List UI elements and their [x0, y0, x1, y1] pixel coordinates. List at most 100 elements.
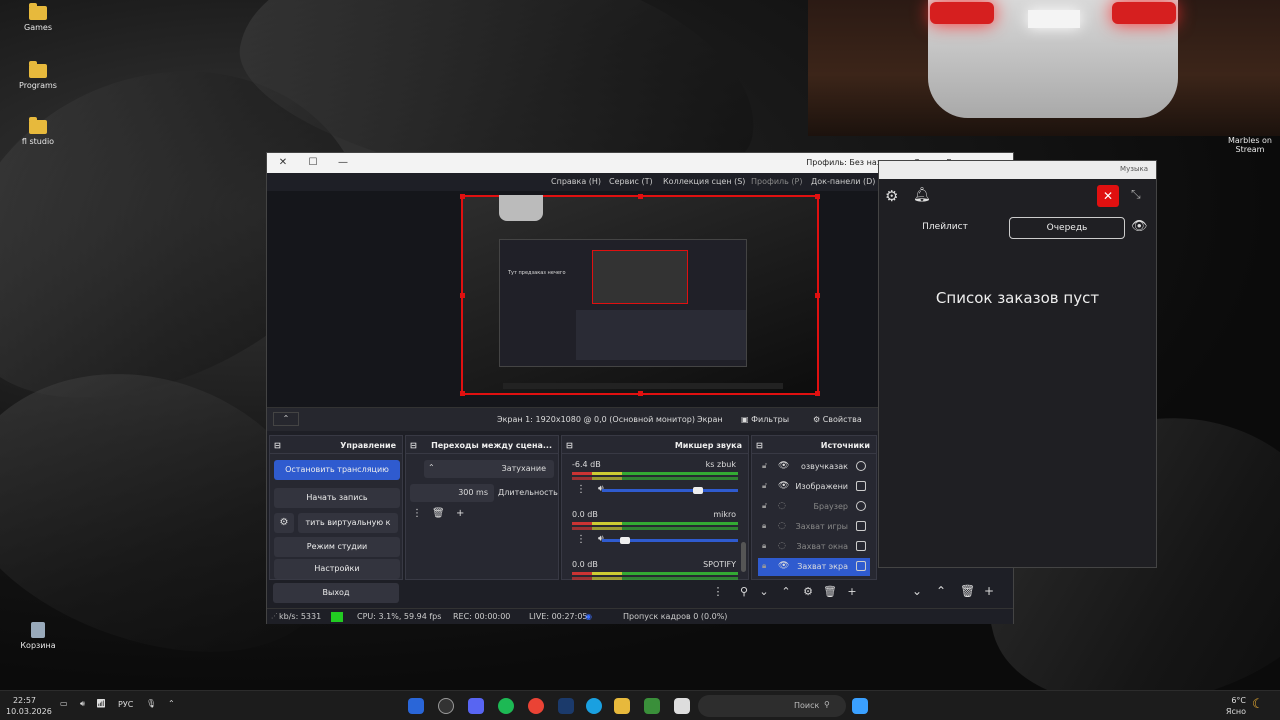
steam-icon[interactable] — [558, 698, 574, 714]
task-view-icon[interactable] — [674, 698, 690, 714]
menu-profile[interactable]: Профиль (P) — [751, 177, 802, 186]
undock-icon[interactable]: ⊟ — [756, 441, 763, 450]
desktop-icon-recycle-bin[interactable]: Корзина — [6, 622, 70, 650]
resize-handle[interactable] — [460, 194, 465, 199]
source-item[interactable]: 🔒︎ ◌ Захват окна — [758, 538, 870, 556]
bell-icon[interactable]: 🔔︎ — [913, 187, 931, 203]
unlock-icon[interactable]: 🔓︎ — [762, 461, 767, 471]
tab-queue[interactable]: Очередь — [1009, 217, 1125, 239]
chevron-icon[interactable]: ⌃ — [273, 412, 299, 426]
gear-icon[interactable]: ⚙ — [797, 585, 819, 598]
lock-icon[interactable]: 🔒︎ — [762, 521, 766, 531]
source-item[interactable]: 🔒︎ ◌ Захват игры — [758, 518, 870, 536]
battery-icon[interactable]: ▭ — [60, 699, 68, 708]
chevron-up-icon[interactable]: ⌃ — [168, 699, 175, 708]
studio-mode-button[interactable]: Режим студии — [274, 537, 400, 557]
eye-icon[interactable]: 👁︎ — [778, 461, 789, 471]
eye-hidden-icon[interactable]: ◌ — [778, 541, 786, 551]
chevron-up-icon[interactable]: ⌃ — [936, 584, 960, 598]
chevron-up-icon[interactable]: ⌃ — [775, 585, 797, 598]
source-item[interactable]: 🔓︎ ◌ Браузер — [758, 498, 870, 516]
duration-input[interactable]: 300 ms — [410, 484, 494, 502]
gear-icon[interactable]: ⚙ — [274, 513, 294, 533]
media-icon[interactable] — [586, 698, 602, 714]
source-item[interactable]: 🔓︎ 👁︎ озвучказак — [758, 458, 870, 476]
minimize-icon[interactable]: — — [333, 155, 353, 171]
menu-tools[interactable]: Сервис (T) — [609, 177, 653, 186]
app-icon[interactable] — [644, 698, 660, 714]
undock-icon[interactable]: ⊟ — [566, 441, 573, 450]
wifi-icon[interactable]: 📶︎ — [96, 699, 106, 708]
eye-icon[interactable]: 👁︎ — [778, 481, 789, 491]
disconnect-icon[interactable]: ✕ — [1097, 185, 1119, 207]
desktop-icon-games[interactable]: Games — [6, 3, 70, 32]
trash-icon[interactable]: 🗑 — [432, 508, 456, 519]
source-item-selected[interactable]: 🔒︎ 👁︎ Захват экра — [758, 558, 870, 576]
obs-preview[interactable]: Тут предзаказ нечего — [267, 191, 879, 407]
unlock-icon[interactable]: 🔓︎ — [762, 481, 767, 491]
menu-docks[interactable]: Док-панели (D) — [811, 177, 875, 186]
more-icon[interactable]: ⋮ — [412, 508, 432, 519]
microphone-icon[interactable]: 🎙︎ — [146, 699, 156, 708]
unlock-icon[interactable]: 🔓︎ — [762, 501, 767, 511]
search-box[interactable]: Поиск ⚲ — [698, 695, 846, 717]
file-explorer-icon[interactable] — [614, 698, 630, 714]
plus-icon[interactable]: + — [456, 508, 476, 519]
eye-icon[interactable]: 👁︎ — [1131, 219, 1148, 234]
chrome-icon[interactable] — [408, 698, 424, 714]
settings-button[interactable]: Настройки — [274, 559, 400, 579]
chevron-down-icon[interactable]: ⌄ — [912, 584, 936, 598]
lock-icon[interactable]: 🔒︎ — [762, 541, 766, 551]
exit-button[interactable]: Выход — [273, 583, 399, 603]
start-icon[interactable] — [852, 698, 868, 714]
collapse-icon[interactable]: ⤡ — [1131, 187, 1141, 202]
resize-handle[interactable] — [638, 194, 643, 199]
undock-icon[interactable]: ⊟ — [274, 441, 281, 450]
desktop-icon-programs[interactable]: Programs — [6, 61, 70, 90]
close-icon[interactable]: ✕ — [273, 155, 293, 171]
virtual-camera-button[interactable]: тить виртуальную к — [298, 513, 398, 533]
gear-icon[interactable]: ⚙ — [885, 187, 898, 205]
start-recording-button[interactable]: Начать запись — [274, 488, 400, 508]
chevron-down-icon[interactable]: ⌄ — [753, 585, 775, 598]
resize-handle[interactable] — [815, 391, 820, 396]
obs-icon[interactable] — [438, 698, 454, 714]
lock-icon[interactable]: 🔒︎ — [762, 561, 766, 571]
resize-grip-icon[interactable]: ⋰ — [271, 612, 278, 620]
desktop-icon-flstudio[interactable]: fl studio — [6, 117, 70, 146]
preview-frame[interactable]: Тут предзаказ нечего — [460, 194, 820, 396]
menu-help[interactable]: Справка (H) — [551, 177, 601, 186]
source-item[interactable]: 🔓︎ 👁︎ Изображени — [758, 478, 870, 496]
eye-hidden-icon[interactable]: ◌ — [778, 521, 786, 531]
filters-button[interactable]: ▣ Фильтры — [741, 415, 789, 424]
volume-slider[interactable] — [602, 489, 738, 492]
volume-slider-knob[interactable] — [692, 487, 703, 494]
weather[interactable]: 6°C Ясно — [1222, 695, 1246, 717]
undock-icon[interactable]: ⊟ — [410, 441, 417, 450]
transition-select[interactable]: ⌃ Затухание — [424, 460, 554, 478]
mixer-scrollbar[interactable] — [741, 542, 746, 572]
eye-hidden-icon[interactable]: ◌ — [778, 501, 786, 511]
stop-stream-button[interactable]: Остановить трансляцию — [274, 460, 400, 480]
trash-icon[interactable]: 🗑 — [960, 584, 984, 598]
volume-icon[interactable]: 🔊︎ — [80, 699, 85, 709]
resize-handle[interactable] — [460, 391, 465, 396]
more-icon[interactable]: ⋮ — [576, 534, 586, 545]
language-indicator[interactable]: РУС — [118, 700, 133, 709]
resize-handle[interactable] — [815, 293, 820, 298]
resize-handle[interactable] — [638, 391, 643, 396]
screen-select-value[interactable]: Экран 1: 1920x1080 @ 0,0 (Основной монит… — [497, 415, 695, 424]
more-icon[interactable]: ⋮ — [576, 484, 586, 495]
properties-button[interactable]: ⚙ Свойства — [813, 415, 862, 424]
link-icon[interactable]: ⚲ — [733, 585, 755, 598]
resize-handle[interactable] — [460, 293, 465, 298]
desktop-icon-marbles[interactable]: Marbles on Stream — [1224, 136, 1276, 154]
menu-scene-collection[interactable]: Коллекция сцен (S) — [663, 177, 745, 186]
discord-icon[interactable] — [468, 698, 484, 714]
eye-icon[interactable]: 👁︎ — [778, 561, 789, 571]
trash-icon[interactable]: 🗑 — [819, 585, 841, 598]
volume-slider-knob[interactable] — [619, 537, 630, 544]
resize-handle[interactable] — [815, 194, 820, 199]
more-icon[interactable]: ⋮ — [707, 585, 729, 598]
maximize-icon[interactable]: ☐ — [303, 155, 323, 171]
